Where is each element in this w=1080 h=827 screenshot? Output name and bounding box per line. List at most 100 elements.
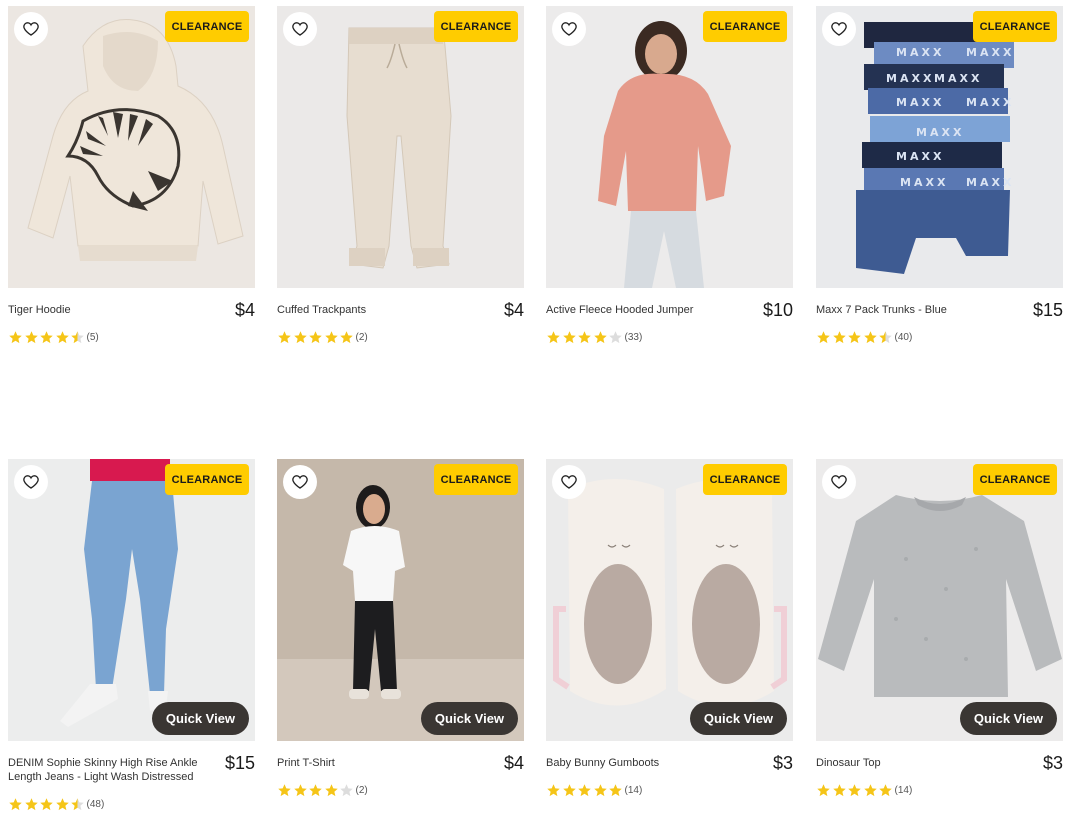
star-icon	[55, 798, 69, 811]
product-card[interactable]: CLEARANCE Tiger Hoodie $4 (5)	[8, 6, 255, 344]
svg-text:MAXX: MAXX	[896, 96, 944, 109]
product-rating: (2)	[277, 330, 368, 345]
star-icon	[9, 331, 22, 344]
svg-text:MAXX: MAXX	[916, 126, 964, 139]
product-name[interactable]: Dinosaur Top	[816, 756, 1016, 770]
star-icon	[309, 331, 322, 344]
product-image[interactable]: CLEARANCE Quick View	[8, 459, 255, 741]
product-grid: CLEARANCE Tiger Hoodie $4 (5) CLEARANCE …	[0, 0, 1080, 827]
star-icon	[562, 331, 576, 344]
product-name[interactable]: Maxx 7 Pack Trunks - Blue	[816, 303, 1016, 317]
star-icon	[609, 784, 622, 797]
quick-view-button[interactable]: Quick View	[152, 702, 249, 735]
product-image[interactable]: CLEARANCE	[277, 6, 524, 288]
product-name[interactable]: Print T-Shirt	[277, 756, 477, 770]
quick-view-button[interactable]: Quick View	[960, 702, 1057, 735]
product-price: $15	[224, 753, 255, 773]
star-icon	[71, 798, 84, 811]
clearance-badge: CLEARANCE	[703, 464, 787, 495]
product-rating: (14)	[816, 783, 912, 798]
favorite-button[interactable]	[283, 465, 317, 499]
jumper-image	[546, 6, 793, 288]
gumboots-image	[546, 459, 793, 741]
product-image[interactable]: CLEARANCE Quick View	[816, 459, 1063, 741]
product-rating: (40)	[816, 330, 912, 345]
star-rating	[546, 783, 624, 798]
heart-icon	[23, 22, 39, 36]
star-icon	[848, 784, 861, 797]
product-name[interactable]: DENIM Sophie Skinny High Rise Ankle Leng…	[8, 756, 208, 784]
heart-icon	[292, 475, 308, 489]
star-icon	[879, 784, 892, 797]
star-icon	[832, 331, 846, 344]
heart-icon	[831, 475, 847, 489]
star-icon	[817, 784, 830, 797]
star-icon	[848, 331, 861, 344]
clearance-badge: CLEARANCE	[973, 11, 1057, 42]
product-card[interactable]: CLEARANCE Active Fleece Hooded Jumper $1…	[546, 6, 793, 344]
favorite-button[interactable]	[552, 465, 586, 499]
clearance-badge: CLEARANCE	[973, 464, 1057, 495]
favorite-button[interactable]	[14, 465, 48, 499]
product-image[interactable]: CLEARANCE Quick View	[546, 459, 793, 741]
star-icon	[609, 331, 622, 344]
product-card[interactable]: MAXX MAXX MAXX MAXX MAXX MAXX MAXX MAXX MAX…	[816, 6, 1063, 344]
favorite-button[interactable]	[822, 465, 856, 499]
star-icon	[562, 784, 576, 797]
dinosaur-top-image	[816, 459, 1063, 741]
product-card[interactable]: CLEARANCE Quick View Baby Bunny Gumboots…	[546, 459, 793, 797]
product-card[interactable]: CLEARANCE Quick View Dinosaur Top $3 (14…	[816, 459, 1063, 797]
review-count: (48)	[86, 799, 105, 810]
product-image[interactable]: CLEARANCE	[8, 6, 255, 288]
svg-text:MAXX: MAXX	[934, 72, 982, 85]
star-rating	[546, 330, 624, 345]
product-card[interactable]: CLEARANCE Quick View Print T-Shirt $4 (2…	[277, 459, 524, 797]
clearance-badge: CLEARANCE	[165, 11, 249, 42]
product-price: $3	[1042, 753, 1063, 773]
product-price: $4	[234, 300, 255, 320]
star-rating	[816, 330, 894, 345]
product-price: $10	[762, 300, 793, 320]
star-icon	[293, 784, 307, 797]
favorite-button[interactable]	[14, 12, 48, 46]
review-count: (33)	[624, 332, 643, 343]
product-card[interactable]: CLEARANCE Cuffed Trackpants $4 (2)	[277, 6, 524, 344]
star-icon	[9, 798, 22, 811]
star-icon	[324, 331, 338, 344]
star-icon	[24, 798, 38, 811]
quick-view-button[interactable]: Quick View	[690, 702, 787, 735]
star-icon	[593, 331, 607, 344]
product-price: $4	[503, 753, 524, 773]
product-name[interactable]: Tiger Hoodie	[8, 303, 208, 317]
product-rating: (48)	[8, 797, 104, 812]
favorite-button[interactable]	[552, 12, 586, 46]
favorite-button[interactable]	[283, 12, 317, 46]
svg-text:MAXX: MAXX	[896, 150, 944, 163]
product-price: $15	[1032, 300, 1063, 320]
heart-icon	[831, 22, 847, 36]
star-rating	[8, 797, 86, 812]
trackpants-image	[277, 6, 524, 288]
product-card[interactable]: CLEARANCE Quick View DENIM Sophie Skinny…	[8, 459, 255, 811]
favorite-button[interactable]	[822, 12, 856, 46]
svg-text:MAXX: MAXX	[896, 46, 944, 59]
star-icon	[309, 784, 322, 797]
product-rating: (14)	[546, 783, 642, 798]
heart-icon	[23, 475, 39, 489]
quick-view-button[interactable]: Quick View	[421, 702, 518, 735]
star-icon	[278, 784, 291, 797]
product-image[interactable]: MAXX MAXX MAXX MAXX MAXX MAXX MAXX MAXX MAX…	[816, 6, 1063, 288]
product-name[interactable]: Active Fleece Hooded Jumper	[546, 303, 746, 317]
star-icon	[24, 331, 38, 344]
product-image[interactable]: CLEARANCE Quick View	[277, 459, 524, 741]
product-image[interactable]: CLEARANCE	[546, 6, 793, 288]
product-rating: (5)	[8, 330, 99, 345]
clearance-badge: CLEARANCE	[434, 464, 518, 495]
product-name[interactable]: Cuffed Trackpants	[277, 303, 477, 317]
product-info: DENIM Sophie Skinny High Rise Ankle Leng…	[8, 753, 255, 793]
star-icon	[863, 331, 877, 344]
review-count: (2)	[355, 332, 368, 343]
heart-icon	[561, 22, 577, 36]
product-name[interactable]: Baby Bunny Gumboots	[546, 756, 746, 770]
heart-icon	[561, 475, 577, 489]
